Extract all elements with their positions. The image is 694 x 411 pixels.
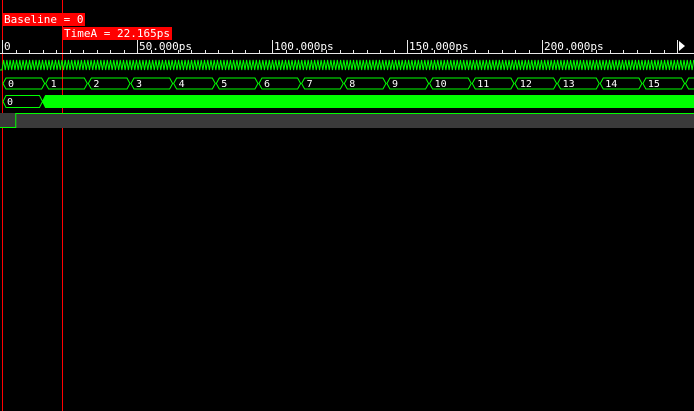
ruler-minor-tick (70, 50, 71, 53)
bus-value-label: 15 (648, 79, 660, 90)
ruler-minor-tick (475, 50, 476, 53)
ruler-minor-tick (340, 50, 341, 53)
data-bus-trace[interactable]: 0 (0, 94, 694, 109)
ruler-major-tick (2, 40, 3, 53)
bus-initial-value: 0 (7, 97, 13, 108)
ruler-minor-tick (43, 50, 44, 53)
ruler-minor-tick (610, 50, 611, 53)
ruler-minor-tick (56, 50, 57, 53)
ruler-minor-tick (259, 50, 260, 53)
reset-waveform (0, 113, 694, 128)
ruler-major-tick (272, 40, 273, 53)
scroll-right-arrow-icon[interactable] (679, 41, 685, 51)
ruler-minor-tick (650, 50, 651, 53)
bus-value-label: 2 (93, 79, 99, 90)
ruler-minor-tick (664, 50, 665, 53)
ruler-baseline (0, 53, 694, 54)
ruler-minor-tick (367, 50, 368, 53)
ruler-major-tick (407, 40, 408, 53)
ruler-minor-tick (515, 50, 516, 53)
ruler-minor-tick (394, 50, 395, 53)
ruler-minor-tick (529, 50, 530, 53)
bus-value-label: 6 (264, 79, 270, 90)
bus-value-label: 10 (435, 79, 447, 90)
tick-label-50ps: 50.000ps (139, 40, 192, 53)
ruler-major-tick (542, 40, 543, 53)
ruler-minor-tick (623, 50, 624, 53)
tick-label-0: 0 (4, 40, 11, 53)
tick-label-200ps: 200.000ps (544, 40, 604, 53)
bus-value-label: 0 (8, 79, 14, 90)
tick-label-100ps: 100.000ps (274, 40, 334, 53)
bus-value-label: 9 (392, 79, 398, 90)
ruler-minor-tick (110, 50, 111, 53)
baseline-marker-label: Baseline = 0 (2, 13, 86, 26)
bus-value-label: 3 (136, 79, 142, 90)
ruler-minor-tick (124, 50, 125, 53)
cursor-time-label: TimeA = 22.165ps (62, 27, 172, 40)
clock-trace[interactable] (0, 57, 694, 73)
clock-waveform (0, 59, 694, 71)
bus-value-label: 14 (605, 79, 617, 90)
ruler-major-tick (677, 40, 678, 53)
ruler-minor-tick (16, 50, 17, 53)
ruler-minor-tick (380, 50, 381, 53)
bus-value-label: 7 (307, 79, 313, 90)
bus-value-label: 5 (221, 79, 227, 90)
ruler-minor-tick (218, 50, 219, 53)
reset-bit-trace[interactable] (0, 112, 694, 129)
ruler-major-tick (137, 40, 138, 53)
ruler-minor-tick (29, 50, 30, 53)
ruler-minor-tick (637, 50, 638, 53)
ruler-minor-tick (353, 50, 354, 53)
bus-unknown-fill (41, 95, 694, 108)
ruler-minor-tick (97, 50, 98, 53)
ruler-minor-tick (83, 50, 84, 53)
ruler-minor-tick (502, 50, 503, 53)
bus-segment (684, 77, 694, 90)
bus-value-label: 12 (520, 79, 532, 90)
ruler-minor-tick (232, 50, 233, 53)
ruler-minor-tick (245, 50, 246, 53)
bus-value-label: 4 (179, 79, 185, 90)
ruler-minor-tick (205, 50, 206, 53)
counter-bus-trace[interactable]: 0 1 2 3 4 5 6 7 8 9 10 11 12 13 14 15 (0, 76, 694, 91)
tick-label-150ps: 150.000ps (409, 40, 469, 53)
bus-value-label: 11 (477, 79, 489, 90)
bus-value-label: 13 (563, 79, 575, 90)
waveform-viewer[interactable]: Baseline = 0 TimeA = 22.165ps 0 50.000ps… (0, 0, 694, 411)
bus-value-label: 8 (349, 79, 355, 90)
bus-value-label: 1 (51, 79, 57, 90)
ruler-minor-tick (488, 50, 489, 53)
